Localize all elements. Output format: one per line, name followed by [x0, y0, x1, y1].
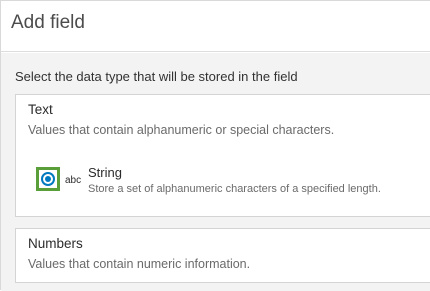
add-field-dialog: Add field Select the data type that will… — [0, 0, 430, 291]
category-title: Text — [28, 102, 53, 117]
category-description: Values that contain numeric information. — [28, 257, 251, 271]
category-title: Numbers — [28, 236, 83, 251]
category-card-numbers: Numbers Values that contain numeric info… — [15, 228, 430, 283]
string-option-description: Store a set of alphanumeric characters o… — [88, 183, 381, 195]
radio-selected-dot — [45, 176, 51, 182]
dialog-title: Add field — [11, 12, 85, 33]
data-type-prompt: Select the data type that will be stored… — [15, 69, 298, 84]
string-option-highlight[interactable] — [36, 167, 60, 191]
dialog-header: Add field — [1, 1, 430, 52]
dialog-body: Select the data type that will be stored… — [1, 53, 430, 291]
string-type-icon: abc — [65, 175, 82, 186]
string-option-label[interactable]: String — [88, 165, 122, 180]
category-description: Values that contain alphanumeric or spec… — [28, 123, 335, 137]
string-radio-button[interactable] — [41, 172, 55, 186]
category-card-text: Text Values that contain alphanumeric or… — [15, 94, 430, 217]
